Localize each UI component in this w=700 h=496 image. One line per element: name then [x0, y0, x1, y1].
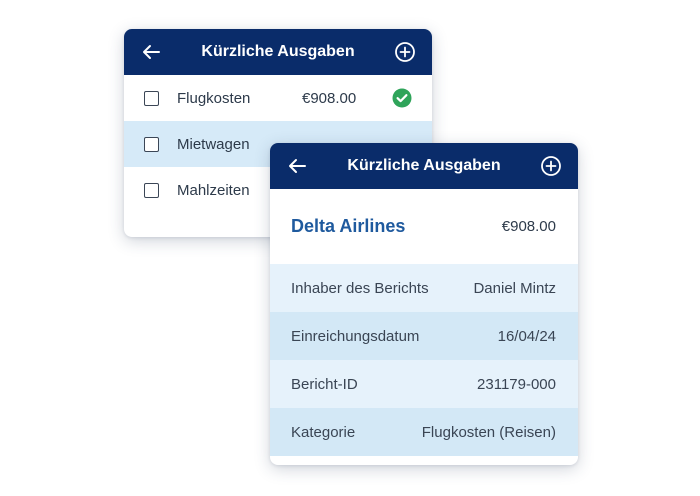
check-circle-icon: [392, 88, 412, 108]
expense-summary: Delta Airlines €908.00: [270, 189, 578, 264]
list-item[interactable]: Flugkosten €908.00: [124, 75, 432, 121]
item-amount: €908.00: [302, 89, 357, 107]
detail-value: 231179-000: [477, 375, 556, 393]
detail-label: Inhaber des Berichts: [291, 279, 429, 297]
detail-label: Kategorie: [291, 423, 356, 441]
card-title: Kürzliche Ausgaben: [347, 157, 501, 174]
arrow-left-icon[interactable]: [140, 41, 162, 63]
detail-row-report-id: Bericht-ID 231179-000: [270, 360, 578, 408]
card-title: Kürzliche Ausgaben: [201, 43, 355, 60]
detail-label: Bericht-ID: [291, 375, 358, 393]
detail-row-date: Einreichungsdatum 16/04/24: [270, 312, 578, 360]
detail-row-category: Kategorie Flugkosten (Reisen): [270, 408, 578, 456]
detail-label: Einreichungsdatum: [291, 327, 420, 345]
card-header: Kürzliche Ausgaben: [124, 29, 432, 75]
checkbox[interactable]: [144, 182, 159, 198]
detail-value: Flugkosten (Reisen): [421, 423, 556, 441]
card-header: Kürzliche Ausgaben: [270, 143, 578, 189]
plus-circle-icon[interactable]: [540, 155, 562, 177]
plus-circle-icon[interactable]: [394, 41, 416, 63]
expense-amount: €908.00: [501, 218, 556, 235]
item-label: Flugkosten: [177, 89, 251, 107]
expense-detail-card: Kürzliche Ausgaben Delta Airlines €908.0…: [270, 143, 578, 465]
checkbox[interactable]: [144, 90, 159, 106]
detail-row-owner: Inhaber des Berichts Daniel Mintz: [270, 264, 578, 312]
detail-value: Daniel Mintz: [473, 279, 556, 297]
detail-value: 16/04/24: [497, 327, 556, 345]
checkbox[interactable]: [144, 136, 159, 152]
arrow-left-icon[interactable]: [286, 155, 308, 177]
airline-name: Delta Airlines: [291, 216, 406, 236]
